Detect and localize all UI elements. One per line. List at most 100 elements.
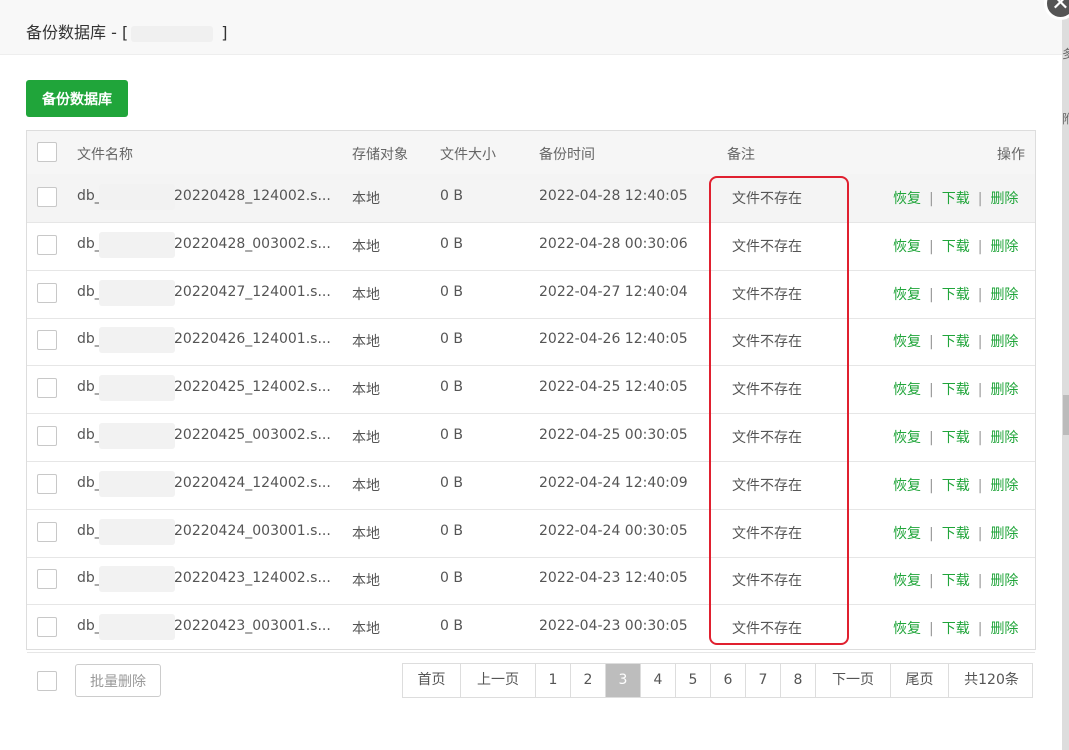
filename: 20220428_003002.s...	[174, 235, 331, 252]
row-actions: 恢复 | 下载 | 删除	[893, 475, 1018, 495]
select-all-checkbox[interactable]	[37, 142, 57, 162]
delete-link[interactable]: 删除	[990, 239, 1018, 255]
storage-cell: 本地	[352, 238, 380, 255]
page-7-button[interactable]: 7	[746, 664, 781, 697]
page-1-button[interactable]: 1	[536, 664, 571, 697]
filename: 20220425_124002.s...	[174, 379, 331, 396]
download-link[interactable]: 下载	[942, 191, 970, 207]
table-row[interactable]: db_ 20220428_003002.s... 本地 0 B 2022-04-28 0…	[27, 222, 1035, 271]
backup-time-cell: 2022-04-24 00:30:05	[539, 522, 688, 539]
delete-link[interactable]: 删除	[990, 526, 1018, 542]
prev-page-button[interactable]: 上一页	[461, 664, 536, 697]
footer-select-all-checkbox[interactable]	[37, 671, 57, 691]
note-cell: 文件不存在	[732, 286, 802, 303]
download-link[interactable]: 下载	[942, 382, 970, 398]
table-row[interactable]: db_ 20220427_124001.s... 本地 0 B 2022-04-27 1…	[27, 270, 1035, 319]
storage-cell: 本地	[352, 430, 380, 446]
download-link[interactable]: 下载	[942, 334, 970, 350]
download-link[interactable]: 下载	[942, 478, 970, 494]
bulk-delete-button[interactable]: 批量删除	[75, 664, 161, 697]
download-link[interactable]: 下载	[942, 526, 970, 542]
row-checkbox[interactable]	[37, 378, 57, 399]
row-checkbox[interactable]	[37, 569, 57, 590]
restore-link[interactable]: 恢复	[893, 239, 921, 255]
backup-time-cell: 2022-04-24 12:40:09	[539, 474, 688, 491]
table-row[interactable]: db_ 20220428_124002.s... 本地 0 B 2022-04-28 1…	[27, 174, 1035, 223]
delete-link[interactable]: 删除	[990, 573, 1018, 589]
delete-link[interactable]: 删除	[990, 334, 1018, 350]
action-separator: |	[977, 525, 983, 542]
page-3-button[interactable]: 3	[606, 664, 641, 697]
download-link[interactable]: 下载	[942, 239, 970, 255]
row-checkbox[interactable]	[37, 282, 57, 303]
row-checkbox[interactable]	[37, 521, 57, 542]
download-link[interactable]: 下载	[942, 621, 970, 637]
delete-link[interactable]: 删除	[990, 621, 1018, 637]
page-2-button[interactable]: 2	[571, 664, 606, 697]
restore-link[interactable]: 恢复	[893, 430, 921, 446]
row-checkbox[interactable]	[37, 330, 57, 351]
table-row[interactable]: db_ 20220426_124001.s... 本地 0 B 2022-04-26 1…	[27, 317, 1035, 367]
next-page-button[interactable]: 下一页	[816, 664, 891, 697]
action-separator: |	[929, 191, 934, 207]
column-header-size: 文件大小	[440, 147, 496, 163]
background-text: 附	[1062, 112, 1069, 126]
restore-link[interactable]: 恢复	[893, 334, 921, 350]
page-8-button[interactable]: 8	[781, 664, 816, 697]
backup-time-cell: 2022-04-26 12:40:05	[539, 331, 688, 348]
row-checkbox[interactable]	[37, 473, 57, 494]
row-checkbox[interactable]	[37, 426, 57, 446]
action-separator: |	[929, 525, 934, 542]
restore-link[interactable]: 恢复	[893, 621, 921, 637]
redacted-database-name	[99, 614, 175, 641]
page-6-button[interactable]: 6	[711, 664, 746, 697]
action-separator: |	[929, 238, 934, 255]
page-scrollbar-thumb[interactable]	[1063, 395, 1069, 435]
table-row[interactable]: db_ 20220424_124002.s... 本地 0 B 2022-04-24 1…	[27, 461, 1035, 510]
delete-link[interactable]: 删除	[990, 430, 1018, 446]
note-cell: 文件不存在	[732, 477, 802, 494]
dialog-title-prefix: 备份数据库 - [	[26, 23, 129, 42]
redacted-database-name	[131, 25, 214, 42]
delete-link[interactable]: 删除	[990, 191, 1018, 207]
delete-link[interactable]: 删除	[990, 478, 1018, 494]
row-actions: 恢复 | 下载 | 删除	[893, 284, 1018, 304]
restore-link[interactable]: 恢复	[893, 382, 921, 398]
table-row[interactable]: db_ 20220423_003001.s... 本地 0 B 2022-04-23 0…	[27, 604, 1035, 654]
pagination: 首页 上一页 1 2 3 4 5 6 7 8 下一页 尾页 共120条	[402, 663, 1033, 698]
delete-link[interactable]: 删除	[990, 287, 1018, 303]
backup-time-cell: 2022-04-27 12:40:04	[539, 283, 688, 300]
dialog-header: 备份数据库 - [ ]	[0, 0, 1062, 55]
last-page-button[interactable]: 尾页	[891, 664, 949, 697]
backup-database-button[interactable]: 备份数据库	[26, 80, 128, 117]
background-text: 多	[1062, 47, 1069, 61]
filename: 20220428_124002.s...	[174, 188, 331, 204]
storage-cell: 本地	[352, 573, 380, 590]
row-checkbox[interactable]	[37, 234, 57, 255]
restore-link[interactable]: 恢复	[893, 287, 921, 303]
row-checkbox[interactable]	[37, 617, 57, 638]
download-link[interactable]: 下载	[942, 430, 970, 446]
action-separator: |	[977, 477, 983, 494]
delete-link[interactable]: 删除	[990, 382, 1018, 398]
total-count: 共120条	[964, 672, 1019, 688]
table-row[interactable]: db_ 20220424_003001.s... 本地 0 B 2022-04-24 0…	[27, 509, 1035, 558]
first-page-button[interactable]: 首页	[403, 664, 461, 697]
backup-time-cell: 2022-04-23 00:30:05	[539, 618, 688, 635]
page-4-button[interactable]: 4	[641, 664, 676, 697]
restore-link[interactable]: 恢复	[893, 191, 921, 207]
table-row[interactable]: db_ 20220425_003002.s... 本地 0 B 2022-04-25 0…	[27, 413, 1035, 462]
restore-link[interactable]: 恢复	[893, 478, 921, 494]
restore-link[interactable]: 恢复	[893, 526, 921, 542]
row-checkbox[interactable]	[37, 187, 57, 207]
restore-link[interactable]: 恢复	[893, 573, 921, 589]
background-page-edge: 多 附	[1062, 0, 1069, 750]
page-5-button[interactable]: 5	[676, 664, 711, 697]
table-row[interactable]: db_ 20220423_124002.s... 本地 0 B 2022-04-23 1…	[27, 556, 1035, 606]
column-header-filename: 文件名称	[77, 147, 133, 163]
table-row[interactable]: db_ 20220425_124002.s... 本地 0 B 2022-04-25 1…	[27, 365, 1035, 415]
download-link[interactable]: 下载	[942, 287, 970, 303]
filename: 20220427_124001.s...	[174, 283, 331, 300]
download-link[interactable]: 下载	[942, 573, 970, 589]
note-cell: 文件不存在	[732, 525, 802, 542]
